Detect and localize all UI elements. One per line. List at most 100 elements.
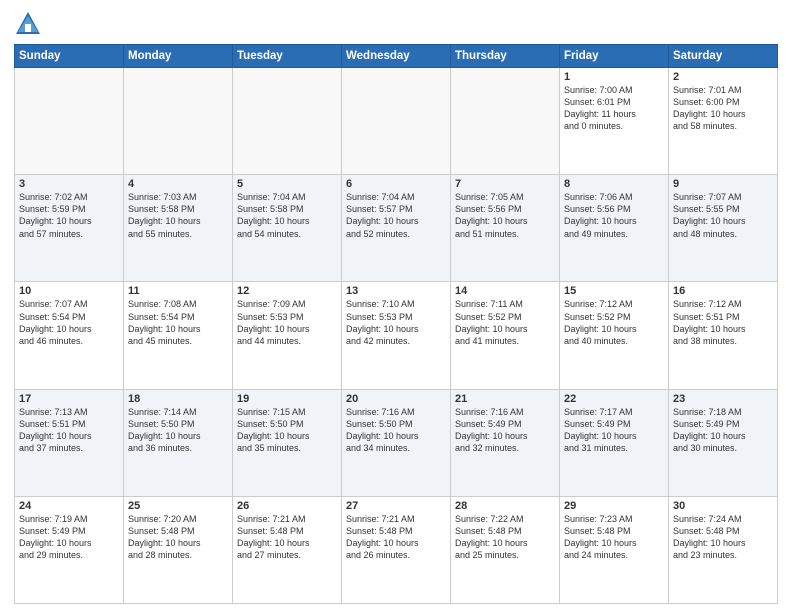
calendar-cell: 10Sunrise: 7:07 AM Sunset: 5:54 PM Dayli… [15,282,124,389]
day-number: 2 [673,71,773,83]
day-number: 29 [564,500,664,512]
logo-icon [14,10,42,38]
day-number: 13 [346,285,446,297]
calendar-cell: 26Sunrise: 7:21 AM Sunset: 5:48 PM Dayli… [233,496,342,603]
day-number: 10 [19,285,119,297]
day-info: Sunrise: 7:07 AM Sunset: 5:54 PM Dayligh… [19,298,119,347]
calendar-cell: 23Sunrise: 7:18 AM Sunset: 5:49 PM Dayli… [669,389,778,496]
day-number: 1 [564,71,664,83]
calendar-cell: 8Sunrise: 7:06 AM Sunset: 5:56 PM Daylig… [560,175,669,282]
calendar-cell [124,68,233,175]
day-info: Sunrise: 7:20 AM Sunset: 5:48 PM Dayligh… [128,513,228,562]
calendar-cell: 9Sunrise: 7:07 AM Sunset: 5:55 PM Daylig… [669,175,778,282]
day-info: Sunrise: 7:04 AM Sunset: 5:58 PM Dayligh… [237,191,337,240]
day-info: Sunrise: 7:17 AM Sunset: 5:49 PM Dayligh… [564,406,664,455]
calendar-cell [451,68,560,175]
day-number: 27 [346,500,446,512]
day-number: 18 [128,393,228,405]
day-info: Sunrise: 7:18 AM Sunset: 5:49 PM Dayligh… [673,406,773,455]
day-number: 24 [19,500,119,512]
day-number: 22 [564,393,664,405]
day-info: Sunrise: 7:06 AM Sunset: 5:56 PM Dayligh… [564,191,664,240]
day-info: Sunrise: 7:12 AM Sunset: 5:52 PM Dayligh… [564,298,664,347]
day-number: 15 [564,285,664,297]
day-info: Sunrise: 7:11 AM Sunset: 5:52 PM Dayligh… [455,298,555,347]
day-number: 6 [346,178,446,190]
calendar-cell: 20Sunrise: 7:16 AM Sunset: 5:50 PM Dayli… [342,389,451,496]
day-number: 3 [19,178,119,190]
calendar-cell: 30Sunrise: 7:24 AM Sunset: 5:48 PM Dayli… [669,496,778,603]
day-number: 28 [455,500,555,512]
day-number: 19 [237,393,337,405]
calendar-cell [15,68,124,175]
calendar-cell: 17Sunrise: 7:13 AM Sunset: 5:51 PM Dayli… [15,389,124,496]
day-number: 11 [128,285,228,297]
day-info: Sunrise: 7:08 AM Sunset: 5:54 PM Dayligh… [128,298,228,347]
calendar-table: SundayMondayTuesdayWednesdayThursdayFrid… [14,44,778,604]
day-number: 25 [128,500,228,512]
calendar-cell: 29Sunrise: 7:23 AM Sunset: 5:48 PM Dayli… [560,496,669,603]
day-info: Sunrise: 7:24 AM Sunset: 5:48 PM Dayligh… [673,513,773,562]
calendar-cell: 13Sunrise: 7:10 AM Sunset: 5:53 PM Dayli… [342,282,451,389]
day-info: Sunrise: 7:10 AM Sunset: 5:53 PM Dayligh… [346,298,446,347]
day-number: 12 [237,285,337,297]
day-info: Sunrise: 7:16 AM Sunset: 5:50 PM Dayligh… [346,406,446,455]
day-number: 5 [237,178,337,190]
day-info: Sunrise: 7:16 AM Sunset: 5:49 PM Dayligh… [455,406,555,455]
day-number: 7 [455,178,555,190]
day-info: Sunrise: 7:00 AM Sunset: 6:01 PM Dayligh… [564,84,664,133]
calendar-cell: 19Sunrise: 7:15 AM Sunset: 5:50 PM Dayli… [233,389,342,496]
calendar-cell: 11Sunrise: 7:08 AM Sunset: 5:54 PM Dayli… [124,282,233,389]
calendar-cell: 2Sunrise: 7:01 AM Sunset: 6:00 PM Daylig… [669,68,778,175]
calendar-week-row: 24Sunrise: 7:19 AM Sunset: 5:49 PM Dayli… [15,496,778,603]
calendar-cell: 18Sunrise: 7:14 AM Sunset: 5:50 PM Dayli… [124,389,233,496]
calendar-cell: 4Sunrise: 7:03 AM Sunset: 5:58 PM Daylig… [124,175,233,282]
weekday-header: Tuesday [233,45,342,68]
day-info: Sunrise: 7:03 AM Sunset: 5:58 PM Dayligh… [128,191,228,240]
day-info: Sunrise: 7:22 AM Sunset: 5:48 PM Dayligh… [455,513,555,562]
day-number: 16 [673,285,773,297]
day-number: 21 [455,393,555,405]
day-info: Sunrise: 7:23 AM Sunset: 5:48 PM Dayligh… [564,513,664,562]
calendar-cell: 21Sunrise: 7:16 AM Sunset: 5:49 PM Dayli… [451,389,560,496]
day-info: Sunrise: 7:04 AM Sunset: 5:57 PM Dayligh… [346,191,446,240]
day-info: Sunrise: 7:12 AM Sunset: 5:51 PM Dayligh… [673,298,773,347]
weekday-header: Monday [124,45,233,68]
day-info: Sunrise: 7:02 AM Sunset: 5:59 PM Dayligh… [19,191,119,240]
day-number: 4 [128,178,228,190]
day-info: Sunrise: 7:05 AM Sunset: 5:56 PM Dayligh… [455,191,555,240]
calendar-cell: 27Sunrise: 7:21 AM Sunset: 5:48 PM Dayli… [342,496,451,603]
day-info: Sunrise: 7:01 AM Sunset: 6:00 PM Dayligh… [673,84,773,133]
calendar-cell: 12Sunrise: 7:09 AM Sunset: 5:53 PM Dayli… [233,282,342,389]
day-info: Sunrise: 7:09 AM Sunset: 5:53 PM Dayligh… [237,298,337,347]
day-number: 14 [455,285,555,297]
calendar-cell: 16Sunrise: 7:12 AM Sunset: 5:51 PM Dayli… [669,282,778,389]
weekday-header: Sunday [15,45,124,68]
calendar-week-row: 3Sunrise: 7:02 AM Sunset: 5:59 PM Daylig… [15,175,778,282]
header [14,10,778,38]
calendar-cell: 14Sunrise: 7:11 AM Sunset: 5:52 PM Dayli… [451,282,560,389]
weekday-header: Wednesday [342,45,451,68]
day-info: Sunrise: 7:21 AM Sunset: 5:48 PM Dayligh… [346,513,446,562]
calendar-cell: 7Sunrise: 7:05 AM Sunset: 5:56 PM Daylig… [451,175,560,282]
day-info: Sunrise: 7:19 AM Sunset: 5:49 PM Dayligh… [19,513,119,562]
day-info: Sunrise: 7:13 AM Sunset: 5:51 PM Dayligh… [19,406,119,455]
day-number: 26 [237,500,337,512]
calendar-cell: 25Sunrise: 7:20 AM Sunset: 5:48 PM Dayli… [124,496,233,603]
day-info: Sunrise: 7:07 AM Sunset: 5:55 PM Dayligh… [673,191,773,240]
calendar-cell [342,68,451,175]
logo [14,10,46,38]
day-number: 17 [19,393,119,405]
calendar-cell: 3Sunrise: 7:02 AM Sunset: 5:59 PM Daylig… [15,175,124,282]
day-number: 8 [564,178,664,190]
calendar-cell: 6Sunrise: 7:04 AM Sunset: 5:57 PM Daylig… [342,175,451,282]
calendar-cell [233,68,342,175]
calendar-cell: 1Sunrise: 7:00 AM Sunset: 6:01 PM Daylig… [560,68,669,175]
day-info: Sunrise: 7:15 AM Sunset: 5:50 PM Dayligh… [237,406,337,455]
day-number: 9 [673,178,773,190]
calendar-week-row: 10Sunrise: 7:07 AM Sunset: 5:54 PM Dayli… [15,282,778,389]
calendar-cell: 15Sunrise: 7:12 AM Sunset: 5:52 PM Dayli… [560,282,669,389]
calendar-week-row: 1Sunrise: 7:00 AM Sunset: 6:01 PM Daylig… [15,68,778,175]
weekday-header: Thursday [451,45,560,68]
calendar-cell: 24Sunrise: 7:19 AM Sunset: 5:49 PM Dayli… [15,496,124,603]
